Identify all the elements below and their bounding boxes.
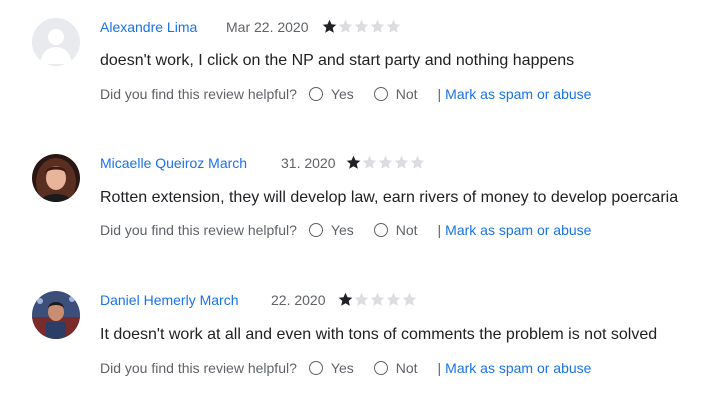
review-item: Micaelle Queiroz March 31. 2020 Rotten e… bbox=[0, 136, 723, 256]
star-empty-icon bbox=[378, 155, 393, 169]
helpful-question: Did you find this review helpful? bbox=[100, 360, 297, 376]
helpful-yes-option[interactable]: Yes bbox=[308, 86, 354, 102]
no-label: Not bbox=[395, 222, 418, 238]
helpful-yes-option[interactable]: Yes bbox=[308, 360, 354, 376]
yes-radio[interactable] bbox=[308, 223, 323, 237]
star-empty-icon bbox=[354, 292, 369, 306]
user-avatar bbox=[32, 291, 80, 339]
star-empty-icon bbox=[370, 19, 385, 33]
star-rating bbox=[346, 155, 425, 170]
no-label: Not bbox=[395, 360, 418, 376]
helpful-question: Did you find this review helpful? bbox=[100, 86, 297, 102]
star-filled-icon bbox=[346, 155, 361, 169]
review-date: 22. 2020 bbox=[271, 292, 326, 308]
review-author[interactable]: Daniel Hemerly March bbox=[100, 292, 238, 308]
no-radio[interactable] bbox=[373, 87, 388, 101]
review-text: doesn't work, I click on the NP and star… bbox=[100, 52, 575, 69]
star-empty-icon bbox=[338, 19, 353, 33]
review-date: Mar 22. 2020 bbox=[226, 19, 309, 35]
yes-label: Yes bbox=[330, 86, 354, 102]
default-avatar-icon bbox=[32, 18, 80, 66]
yes-label: Yes bbox=[330, 360, 354, 376]
no-label: Not bbox=[395, 86, 418, 102]
star-empty-icon bbox=[402, 292, 417, 306]
helpful-question: Did you find this review helpful? bbox=[100, 222, 297, 238]
helpful-no-option[interactable]: Not bbox=[373, 222, 418, 238]
user-avatar bbox=[32, 154, 80, 202]
helpful-no-option[interactable]: Not bbox=[373, 86, 418, 102]
mark-spam-link[interactable]: Mark as spam or abuse bbox=[445, 86, 591, 102]
star-empty-icon bbox=[386, 292, 401, 306]
yes-radio[interactable] bbox=[308, 361, 323, 375]
helpful-row: Did you find this review helpful? Yes No… bbox=[100, 84, 591, 104]
separator: | bbox=[437, 222, 442, 238]
separator: | bbox=[437, 360, 442, 376]
star-empty-icon bbox=[370, 292, 385, 306]
star-empty-icon bbox=[410, 155, 425, 169]
no-radio[interactable] bbox=[373, 361, 388, 375]
mark-spam-link[interactable]: Mark as spam or abuse bbox=[445, 360, 591, 376]
star-empty-icon bbox=[394, 155, 409, 169]
mark-spam-link[interactable]: Mark as spam or abuse bbox=[445, 222, 591, 238]
helpful-row: Did you find this review helpful? Yes No… bbox=[100, 358, 591, 378]
star-rating bbox=[338, 292, 417, 307]
star-empty-icon bbox=[354, 19, 369, 33]
review-text: Rotten extension, they will develop law,… bbox=[100, 189, 679, 206]
yes-radio[interactable] bbox=[308, 87, 323, 101]
star-rating bbox=[322, 19, 401, 34]
no-radio[interactable] bbox=[373, 223, 388, 237]
star-empty-icon bbox=[386, 19, 401, 33]
review-author[interactable]: Micaelle Queiroz March bbox=[100, 155, 247, 171]
helpful-no-option[interactable]: Not bbox=[373, 360, 418, 376]
star-filled-icon bbox=[338, 292, 353, 306]
helpful-row: Did you find this review helpful? Yes No… bbox=[100, 220, 591, 240]
star-filled-icon bbox=[322, 19, 337, 33]
yes-label: Yes bbox=[330, 222, 354, 238]
star-empty-icon bbox=[362, 155, 377, 169]
review-item: Daniel Hemerly March 22. 2020 It doesn't… bbox=[0, 273, 723, 393]
review-date: 31. 2020 bbox=[281, 155, 336, 171]
review-text: It doesn't work at all and even with ton… bbox=[100, 326, 658, 343]
separator: | bbox=[437, 86, 442, 102]
review-item: Alexandre Lima Mar 22. 2020 doesn't work… bbox=[0, 0, 723, 120]
helpful-yes-option[interactable]: Yes bbox=[308, 222, 354, 238]
review-author[interactable]: Alexandre Lima bbox=[100, 19, 197, 35]
